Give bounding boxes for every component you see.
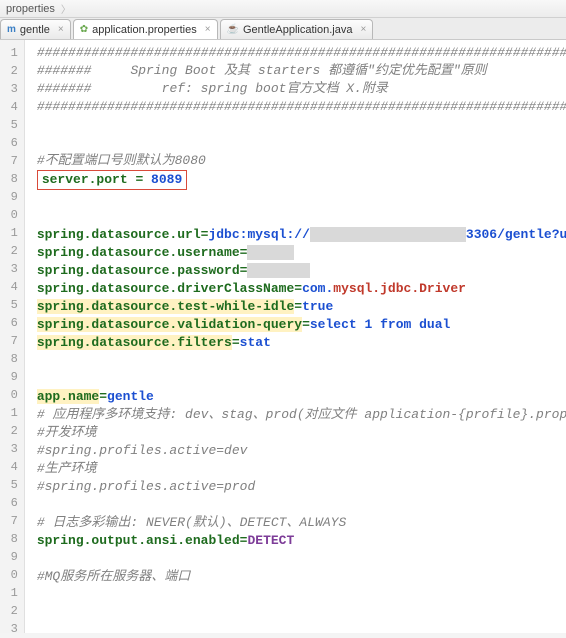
code-area[interactable]: ########################################… bbox=[25, 40, 566, 633]
comment-line: ####### ref: spring boot官方文档 X.附录 bbox=[37, 81, 388, 96]
tab-label: GentleApplication.java bbox=[243, 24, 352, 36]
comment-line: #spring.profiles.active=dev bbox=[37, 443, 248, 458]
comment-line: #spring.profiles.active=prod bbox=[37, 479, 255, 494]
redacted-text bbox=[247, 245, 294, 260]
highlighted-box: server.port = 8089 bbox=[37, 170, 187, 190]
comment-line: ####### Spring Boot 及其 starters 都遵循"约定优先… bbox=[37, 63, 487, 78]
maven-icon: m bbox=[7, 24, 16, 35]
prop-key-driver-class: spring.datasource.driverClassName bbox=[37, 281, 294, 296]
chevron-right-icon: 〉 bbox=[61, 1, 71, 16]
comment-line: #生产环境 bbox=[37, 461, 97, 476]
prop-key-test-while-idle: spring.datasource.test-while-idle bbox=[37, 299, 294, 314]
prop-key-datasource-url: spring.datasource.url bbox=[37, 227, 201, 242]
breadcrumb-bar: properties 〉 bbox=[0, 0, 566, 18]
tab-label: gentle bbox=[20, 24, 50, 36]
comment-line: ########################################… bbox=[37, 99, 566, 114]
prop-key-datasource-username: spring.datasource.username bbox=[37, 245, 240, 260]
line-gutter: 1 2 3 4 5 6 7 8 9 0 1 2 3 4 5 6 7 8 9 0 … bbox=[0, 40, 25, 633]
prop-key-filters: spring.datasource.filters bbox=[37, 335, 232, 350]
redacted-text bbox=[310, 227, 466, 242]
tab-gentle[interactable]: m gentle × bbox=[0, 19, 71, 39]
prop-value: 8089 bbox=[151, 172, 182, 187]
comment-line: ########################################… bbox=[37, 45, 566, 60]
comment-line: # 应用程序多环境支持: dev、stag、prod(对应文件 applicat… bbox=[37, 407, 566, 422]
close-icon[interactable]: × bbox=[360, 24, 366, 35]
java-icon: ☕ bbox=[227, 24, 239, 35]
editor: 1 2 3 4 5 6 7 8 9 0 1 2 3 4 5 6 7 8 9 0 … bbox=[0, 40, 566, 633]
breadcrumb-item[interactable]: properties bbox=[4, 3, 61, 15]
prop-key-datasource-password: spring.datasource.password bbox=[37, 263, 240, 278]
comment-line: #开发环境 bbox=[37, 425, 97, 440]
close-icon[interactable]: × bbox=[205, 24, 211, 35]
prop-key-app-name: app.name bbox=[37, 389, 99, 404]
prop-key-server-port: server.port bbox=[42, 172, 128, 187]
tab-label: application.properties bbox=[92, 24, 197, 36]
prop-key-validation-query: spring.datasource.validation-query bbox=[37, 317, 302, 332]
editor-tabbar: m gentle × ✿ application.properties × ☕ … bbox=[0, 18, 566, 40]
close-icon[interactable]: × bbox=[58, 24, 64, 35]
tab-application-properties[interactable]: ✿ application.properties × bbox=[73, 19, 218, 39]
tab-gentleapplication-java[interactable]: ☕ GentleApplication.java × bbox=[220, 19, 374, 39]
comment-line: #MQ服务所在服务器、端口 bbox=[37, 569, 190, 584]
prop-key-ansi-enabled: spring.output.ansi.enabled bbox=[37, 533, 240, 548]
redacted-text bbox=[247, 263, 309, 278]
comment-line: # 日志多彩输出: NEVER(默认)、DETECT、ALWAYS bbox=[37, 515, 346, 530]
comment-line: #不配置端口号则默认为8080 bbox=[37, 153, 206, 168]
properties-icon: ✿ bbox=[80, 24, 88, 35]
